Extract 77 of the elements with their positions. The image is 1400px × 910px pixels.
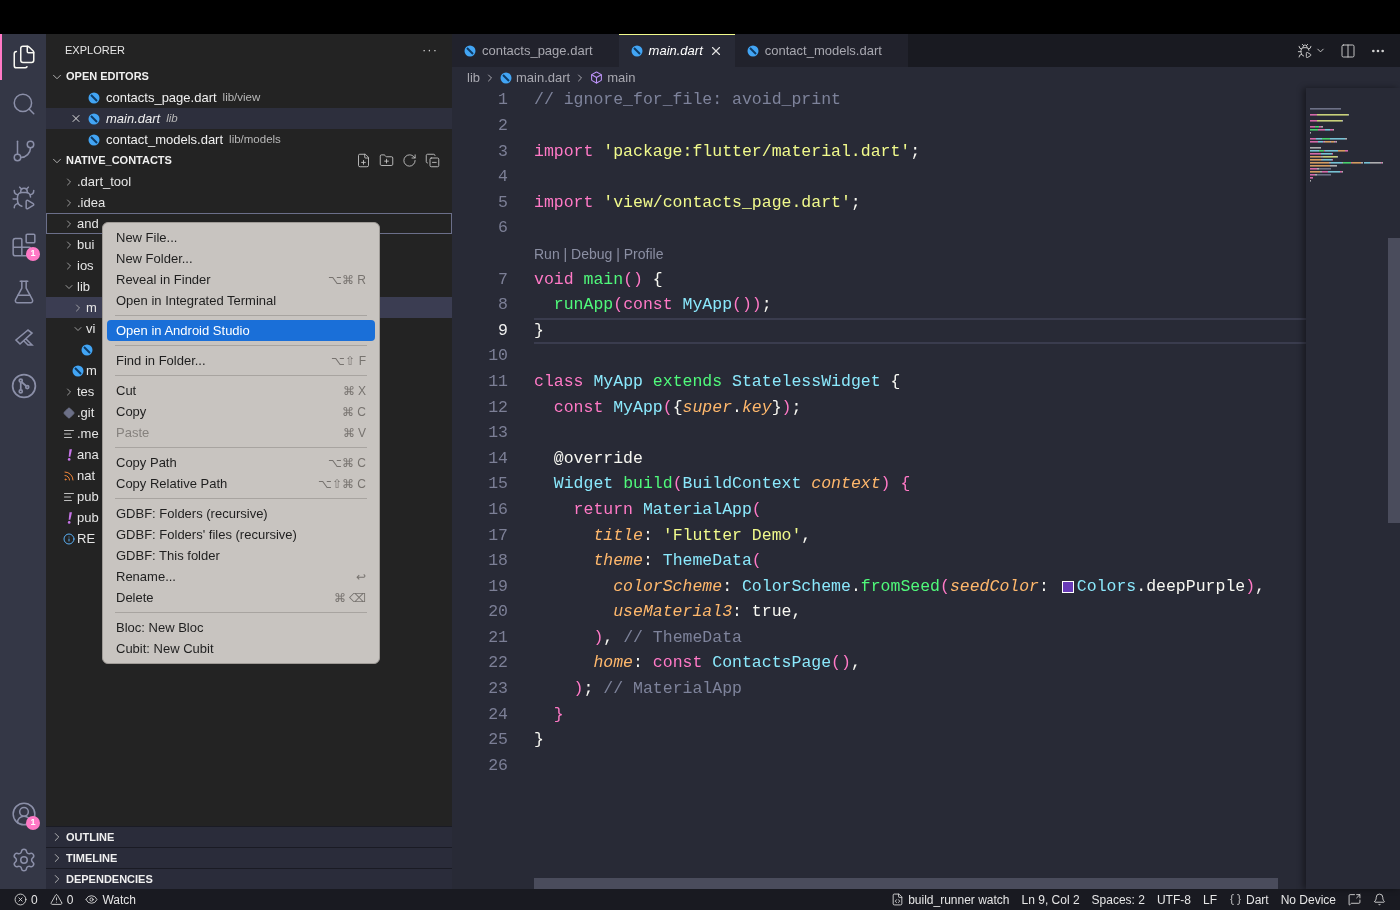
file-name: .me bbox=[77, 424, 99, 443]
line-number: 22 bbox=[487, 652, 508, 675]
file-name: contact_models.dart bbox=[106, 130, 224, 149]
code-line: runApp(const MyApp()); bbox=[552, 294, 772, 317]
folder-name: vi bbox=[86, 319, 96, 338]
file-name: contacts_page.dart bbox=[106, 88, 217, 107]
code-line: import 'package:flutter/material.dart'; bbox=[534, 140, 921, 163]
line-number: 7 bbox=[497, 268, 508, 291]
line-number: 3 bbox=[497, 140, 508, 163]
line-number: 4 bbox=[497, 166, 508, 189]
file-path: lib bbox=[166, 110, 178, 126]
line-number: 17 bbox=[487, 524, 508, 547]
section-title: NATIVE_CONTACTS bbox=[66, 153, 173, 169]
line-number: 13 bbox=[487, 422, 508, 445]
code-line: } bbox=[552, 703, 564, 726]
folder-name: bui bbox=[77, 235, 95, 254]
line-number: 12 bbox=[487, 396, 508, 419]
line-number: 8 bbox=[497, 294, 508, 317]
code-line: theme: ThemeData( bbox=[592, 550, 762, 573]
file-name: .git bbox=[77, 403, 95, 422]
line-number: 21 bbox=[487, 626, 508, 649]
file-path: lib/view bbox=[222, 89, 261, 105]
line-number: 18 bbox=[487, 550, 508, 573]
line-number: 16 bbox=[487, 498, 508, 521]
line-number: 14 bbox=[487, 447, 508, 470]
file-name: RE bbox=[77, 529, 96, 548]
file-path: lib/models bbox=[229, 131, 281, 147]
section-title: OPEN EDITORS bbox=[66, 69, 150, 85]
section-title: OUTLINE bbox=[66, 829, 116, 845]
folder-name: ios bbox=[77, 256, 94, 275]
folder-name: .dart_tool bbox=[77, 172, 132, 191]
folder-name: m bbox=[86, 298, 97, 317]
code-line: useMaterial3: true, bbox=[612, 601, 802, 624]
file-name: m bbox=[86, 361, 97, 380]
notification-badge: 1 bbox=[26, 816, 40, 830]
folder-name: lib bbox=[77, 277, 90, 296]
code-line: } bbox=[534, 319, 544, 342]
line-number: 9 bbox=[497, 319, 508, 342]
code-line: ), // ThemeData bbox=[592, 626, 742, 649]
code-line: Widget build(BuildContext context) { bbox=[552, 473, 911, 496]
code-line: const MyApp({super.key}); bbox=[552, 396, 802, 419]
code-line: colorScheme: ColorScheme.fromSeed(seedColor: Colors.deepPurple), bbox=[612, 575, 1265, 598]
code-line: void main() { bbox=[534, 268, 663, 291]
line-number: 20 bbox=[487, 601, 508, 624]
line-number: 2 bbox=[497, 115, 508, 137]
notification-badge: 1 bbox=[26, 247, 40, 261]
line-number: 6 bbox=[497, 217, 508, 240]
folder-name: tes bbox=[77, 382, 95, 401]
code-line: import 'view/contacts_page.dart'; bbox=[534, 191, 861, 214]
section-title: TIMELINE bbox=[66, 850, 119, 866]
line-number: 1 bbox=[497, 89, 508, 112]
file-name: pub bbox=[77, 508, 99, 527]
folder-name: .idea bbox=[77, 193, 106, 212]
file-name: nat bbox=[77, 466, 96, 485]
line-number: 15 bbox=[487, 473, 508, 496]
code-line: home: const ContactsPage(), bbox=[592, 652, 861, 675]
line-number: 10 bbox=[487, 345, 508, 368]
line-number: 19 bbox=[487, 575, 508, 598]
code-line: title: 'Flutter Demo', bbox=[592, 524, 812, 547]
code-line: ); // MaterialApp bbox=[572, 678, 742, 701]
panel-title: EXPLORER bbox=[65, 42, 125, 58]
file-name: ana bbox=[77, 445, 99, 464]
code-line: } bbox=[534, 729, 544, 752]
code-line: // ignore_for_file: avoid_print bbox=[534, 89, 841, 112]
file-name: pub bbox=[77, 487, 99, 506]
line-number: 5 bbox=[497, 191, 508, 214]
code-line: class MyApp extends StatelessWidget { bbox=[534, 370, 901, 393]
code-line: return MaterialApp( bbox=[572, 498, 762, 521]
line-number: 23 bbox=[487, 678, 508, 701]
line-number: 24 bbox=[487, 703, 508, 726]
line-number: 11 bbox=[487, 370, 508, 393]
line-number: 25 bbox=[487, 729, 508, 752]
file-name: main.dart bbox=[106, 109, 161, 128]
section-title: DEPENDENCIES bbox=[66, 871, 154, 887]
folder-name: and bbox=[77, 214, 99, 233]
code-line: @override bbox=[552, 447, 643, 470]
line-number: 26 bbox=[487, 754, 508, 777]
